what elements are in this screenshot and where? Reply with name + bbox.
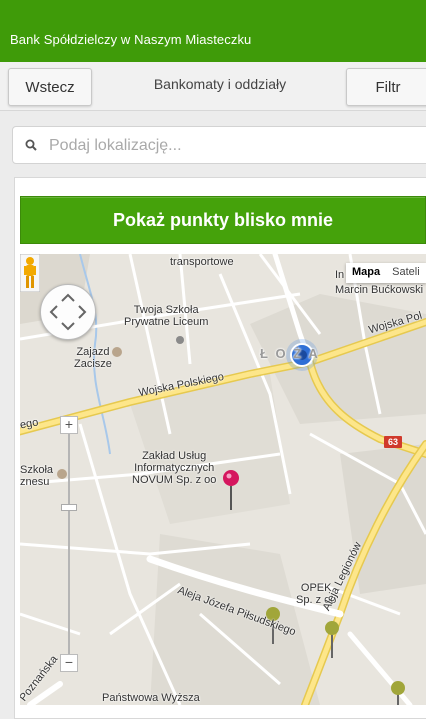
map-label: transportowe (170, 256, 234, 268)
map-label: Państwowa Wyższa (102, 692, 200, 704)
map-type-map[interactable]: Mapa (346, 263, 387, 283)
app-title: Bank Spółdzielczy w Naszym Miasteczku (10, 32, 252, 47)
zoom-in-button[interactable]: + (60, 416, 78, 434)
zoom-track (68, 434, 70, 656)
map-type-satellite[interactable]: Sateli (386, 263, 426, 283)
zoom-slider-handle[interactable] (61, 504, 77, 511)
search-icon (25, 139, 37, 151)
zoom-control: + − (60, 416, 78, 674)
back-button[interactable]: Wstecz (8, 68, 92, 106)
map-label: Zakład Usług Informatycznych NOVUM Sp. z… (132, 450, 217, 486)
map-label: Ł O Ż A (260, 346, 320, 361)
map-label: Szkoła znesu (20, 464, 54, 488)
page-title: Bankomaty i oddziały (153, 76, 287, 92)
map-view[interactable]: 63 Mapa Sateli transportowe In Marcin Bu… (20, 254, 426, 705)
divider (0, 110, 426, 111)
filter-button[interactable]: Filtr (346, 68, 426, 106)
toolbar: Wstecz Bankomaty i oddziały Filtr (0, 62, 426, 110)
location-search-input[interactable] (47, 133, 421, 159)
map-label: Marcin Bućkowski (335, 284, 424, 296)
map-label: In (335, 269, 345, 281)
pan-arrows-icon (49, 293, 87, 331)
road-number-label: 63 (388, 437, 398, 447)
street-view-pegman-icon[interactable] (20, 254, 40, 292)
map-type-control: Mapa Sateli (346, 263, 426, 283)
show-nearby-button[interactable]: Pokaż punkty blisko mnie (20, 196, 426, 244)
pan-control[interactable] (40, 284, 96, 340)
zoom-out-button[interactable]: − (60, 654, 78, 672)
search-box (12, 126, 426, 164)
app-header: Bank Spółdzielczy w Naszym Miasteczku (0, 0, 426, 62)
map-label: Twoja Szkoła Prywatne Liceum (124, 304, 209, 328)
map-label: Zajazd Zacisze (74, 346, 112, 370)
